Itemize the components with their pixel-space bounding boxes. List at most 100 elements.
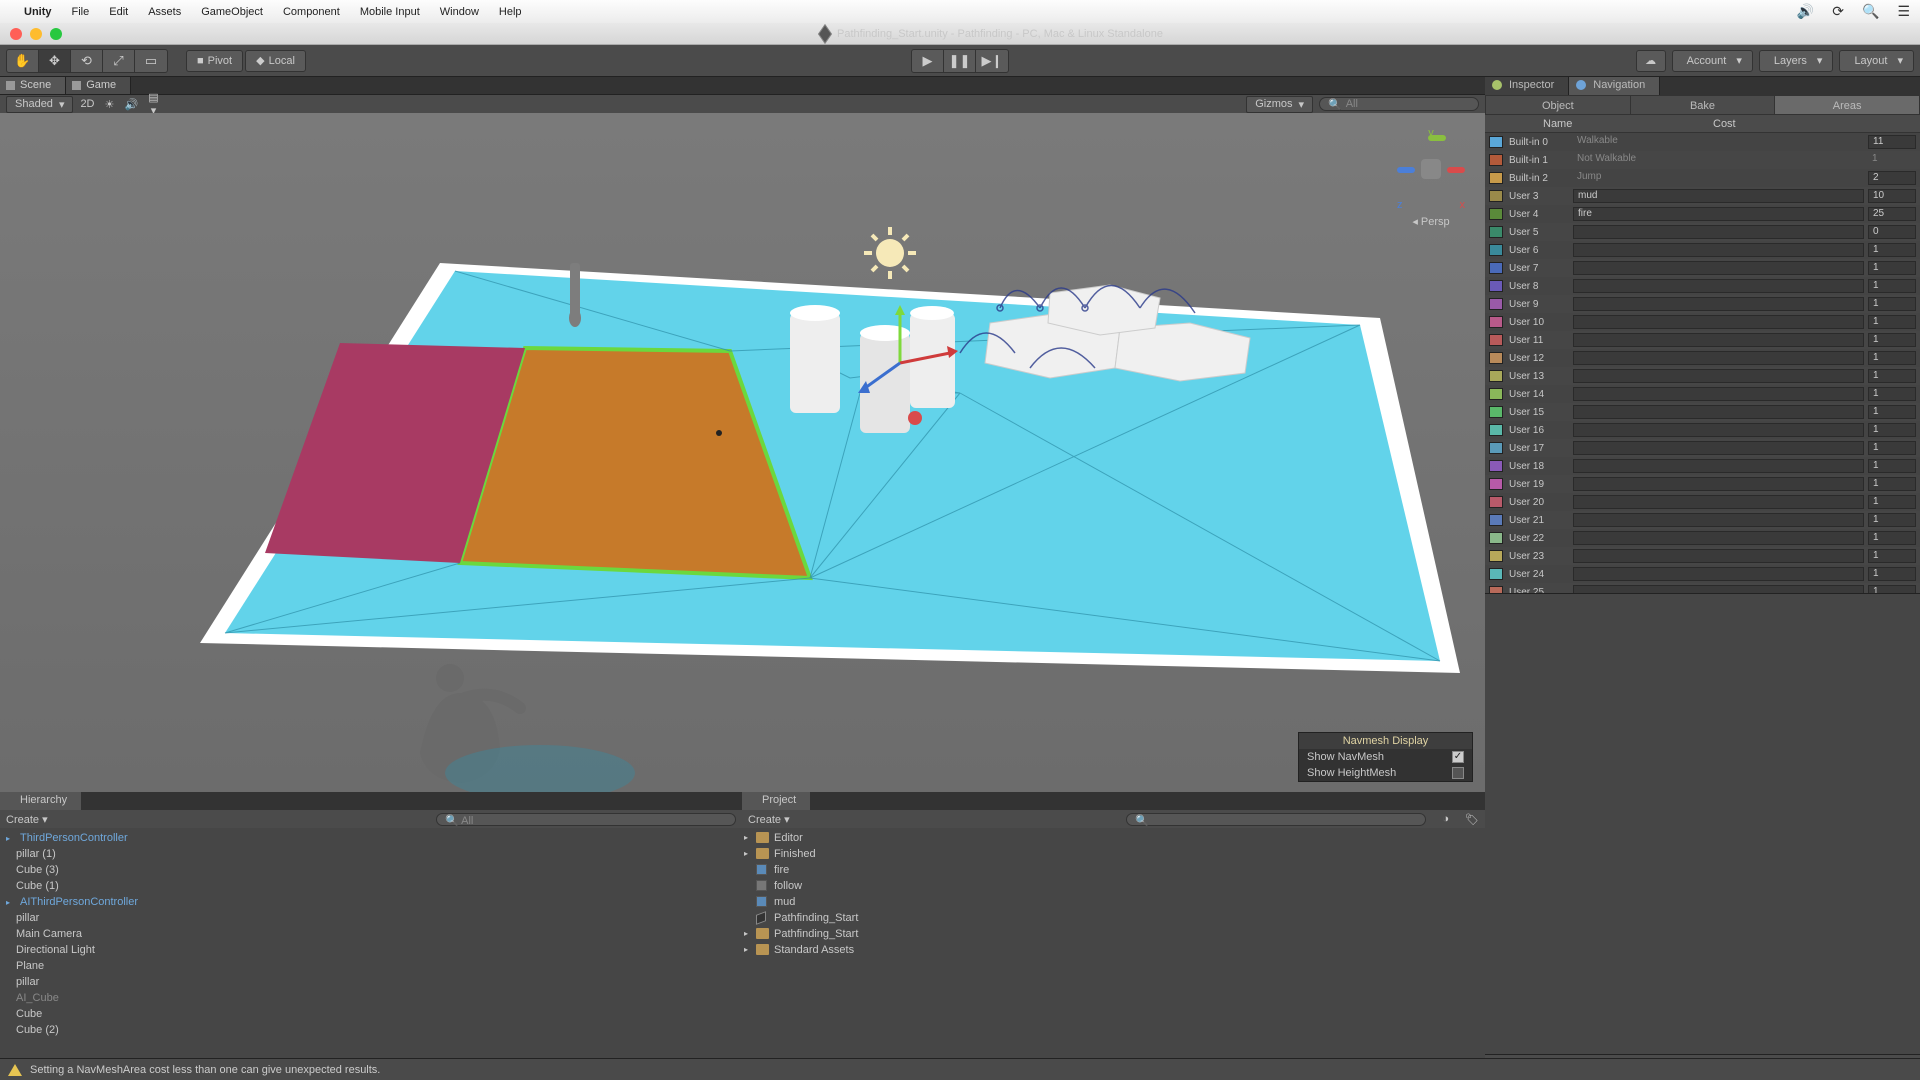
toggle-2d[interactable]: 2D <box>79 98 95 110</box>
area-name-input[interactable] <box>1573 279 1864 293</box>
menu-mobileinput[interactable]: Mobile Input <box>360 6 420 18</box>
show-navmesh-checkbox[interactable]: ✓ <box>1452 751 1464 763</box>
hierarchy-item[interactable]: Plane <box>0 958 742 974</box>
toggle-light-icon[interactable]: ☀ <box>101 98 117 111</box>
project-search-input[interactable]: 🔍 <box>1126 813 1426 826</box>
hierarchy-item[interactable]: Cube <box>0 1006 742 1022</box>
area-name-input[interactable] <box>1573 477 1864 491</box>
area-name-input[interactable] <box>1573 225 1864 239</box>
area-cost-input[interactable]: 1 <box>1868 387 1916 401</box>
minimize-window-icon[interactable] <box>30 28 42 40</box>
toggle-audio-icon[interactable]: 🔊 <box>123 98 139 111</box>
nav-areas-tab[interactable]: Areas <box>1775 95 1920 115</box>
area-cost-input[interactable]: 1 <box>1868 351 1916 365</box>
layers-dropdown[interactable]: Layers ▾ <box>1759 50 1834 72</box>
area-color-swatch[interactable] <box>1489 568 1503 580</box>
menu-icon[interactable]: ☰ <box>1897 3 1910 20</box>
hierarchy-create[interactable]: Create ▾ <box>6 813 48 826</box>
area-name-input[interactable] <box>1573 333 1864 347</box>
hierarchy-list[interactable]: ThirdPersonControllerpillar (1)Cube (3)C… <box>0 828 742 1058</box>
area-color-swatch[interactable] <box>1489 388 1503 400</box>
project-item[interactable]: Finished <box>752 846 1485 862</box>
tab-inspector[interactable]: Inspector <box>1485 77 1569 95</box>
area-name-input[interactable] <box>1573 297 1864 311</box>
area-color-swatch[interactable] <box>1489 262 1503 274</box>
area-name-input[interactable] <box>1573 243 1864 257</box>
move-tool-icon[interactable]: ✥ <box>39 50 71 72</box>
play-button-icon[interactable]: ▶ <box>912 50 944 72</box>
hierarchy-item[interactable]: pillar <box>0 974 742 990</box>
step-button-icon[interactable]: ▶❙ <box>976 50 1008 72</box>
hierarchy-item[interactable]: Cube (2) <box>0 1022 742 1038</box>
area-cost-input[interactable]: 0 <box>1868 225 1916 239</box>
area-name-input[interactable] <box>1573 567 1864 581</box>
nav-bake-tab[interactable]: Bake <box>1631 95 1776 115</box>
area-cost-input[interactable]: 1 <box>1868 369 1916 383</box>
hierarchy-item[interactable]: AIThirdPersonController <box>0 894 742 910</box>
menu-edit[interactable]: Edit <box>109 6 128 18</box>
area-color-swatch[interactable] <box>1489 352 1503 364</box>
area-cost-input[interactable]: 1 <box>1868 513 1916 527</box>
shading-mode[interactable]: Shaded ▾ <box>6 96 73 113</box>
area-name-input[interactable] <box>1573 513 1864 527</box>
area-cost-input[interactable]: 1 <box>1868 405 1916 419</box>
menu-assets[interactable]: Assets <box>148 6 181 18</box>
area-name-input[interactable] <box>1573 441 1864 455</box>
menu-help[interactable]: Help <box>499 6 522 18</box>
scale-tool-icon[interactable]: ⤢ <box>103 50 135 72</box>
area-color-swatch[interactable] <box>1489 496 1503 508</box>
area-name-input[interactable] <box>1573 495 1864 509</box>
nav-object-tab[interactable]: Object <box>1485 95 1631 115</box>
area-cost-input[interactable]: 1 <box>1868 315 1916 329</box>
area-cost-input[interactable]: 1 <box>1868 423 1916 437</box>
area-name-input[interactable] <box>1573 549 1864 563</box>
area-color-swatch[interactable] <box>1489 244 1503 256</box>
area-color-swatch[interactable] <box>1489 442 1503 454</box>
project-label-icon[interactable]: 🏷 <box>1465 813 1479 826</box>
area-color-swatch[interactable] <box>1489 514 1503 526</box>
area-cost-input[interactable]: 1 <box>1868 297 1916 311</box>
area-color-swatch[interactable] <box>1489 586 1503 593</box>
area-cost-input[interactable]: 1 <box>1868 261 1916 275</box>
area-cost-input[interactable]: 1 <box>1868 567 1916 581</box>
area-name-input[interactable] <box>1573 423 1864 437</box>
rotate-tool-icon[interactable]: ⟲ <box>71 50 103 72</box>
hierarchy-item[interactable]: pillar (1) <box>0 846 742 862</box>
area-name-input[interactable] <box>1573 531 1864 545</box>
area-color-swatch[interactable] <box>1489 316 1503 328</box>
area-color-swatch[interactable] <box>1489 172 1503 184</box>
rect-tool-icon[interactable]: ▭ <box>135 50 167 72</box>
project-item[interactable]: follow <box>752 878 1485 894</box>
menu-gameobject[interactable]: GameObject <box>201 6 263 18</box>
area-name-input[interactable]: mud <box>1573 189 1864 203</box>
hierarchy-item[interactable]: AI_Cube <box>0 990 742 1006</box>
menu-component[interactable]: Component <box>283 6 340 18</box>
gizmos-dropdown[interactable]: Gizmos ▾ <box>1246 96 1313 113</box>
area-color-swatch[interactable] <box>1489 334 1503 346</box>
area-name-input[interactable]: fire <box>1573 207 1864 221</box>
project-item[interactable]: Pathfinding_Start <box>752 910 1485 926</box>
area-cost-input[interactable]: 1 <box>1868 549 1916 563</box>
area-cost-input[interactable]: 1 <box>1868 495 1916 509</box>
area-color-swatch[interactable] <box>1489 424 1503 436</box>
status-bar[interactable]: Setting a NavMeshArea cost less than one… <box>0 1058 1920 1080</box>
project-item[interactable]: mud <box>752 894 1485 910</box>
area-color-swatch[interactable] <box>1489 532 1503 544</box>
area-cost-input[interactable]: 1 <box>1868 441 1916 455</box>
tab-scene[interactable]: Scene <box>0 77 66 94</box>
menu-window[interactable]: Window <box>440 6 479 18</box>
hierarchy-search-input[interactable]: 🔍 All <box>436 813 736 826</box>
area-name-input[interactable] <box>1573 405 1864 419</box>
area-color-swatch[interactable] <box>1489 226 1503 238</box>
tab-game[interactable]: Game <box>66 77 131 94</box>
hand-tool-icon[interactable]: ✋ <box>7 50 39 72</box>
menu-app[interactable]: Unity <box>24 6 52 18</box>
zoom-window-icon[interactable] <box>50 28 62 40</box>
area-cost-input[interactable]: 1 <box>1868 459 1916 473</box>
pause-button-icon[interactable]: ❚❚ <box>944 50 976 72</box>
area-cost-input[interactable]: 1 <box>1868 243 1916 257</box>
tab-project[interactable]: Project <box>742 792 810 810</box>
hierarchy-item[interactable]: Directional Light <box>0 942 742 958</box>
volume-icon[interactable]: 🔊 <box>1797 3 1814 20</box>
area-cost-input[interactable]: 10 <box>1868 189 1916 203</box>
